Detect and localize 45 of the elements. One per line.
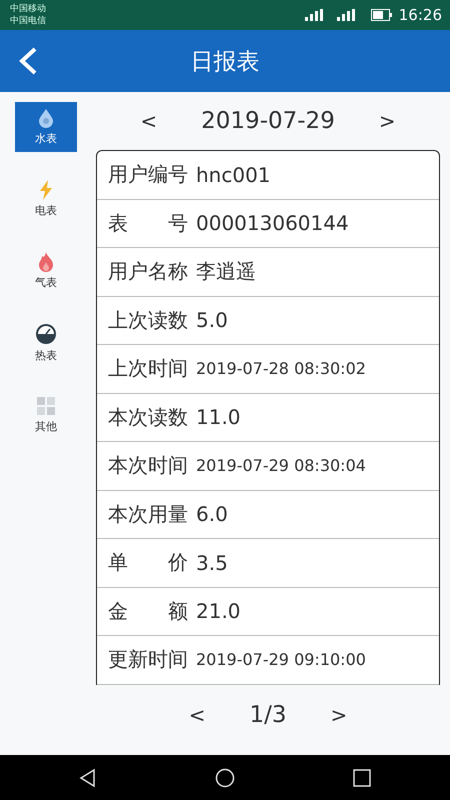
current-date: 2019-07-29 [201, 108, 335, 134]
page-indicator: 1/3 [249, 702, 286, 728]
meter-type-tab[interactable]: 其他 [15, 390, 77, 440]
field-label: 更新时间 [108, 646, 188, 674]
field-value: 6.0 [196, 502, 228, 526]
meter-type-tab[interactable]: 水表 [15, 102, 77, 152]
field-value: 李逍遥 [196, 258, 256, 286]
next-date-button[interactable]: > [374, 109, 400, 133]
page-title: 日报表 [190, 48, 260, 76]
meter-type-tab[interactable]: 气表 [15, 246, 77, 296]
field-label: 上次读数 [108, 306, 188, 334]
clock-time: 16:26 [398, 6, 442, 24]
field-value: hnc001 [196, 162, 271, 187]
field-label: 本次时间 [108, 452, 188, 480]
field-value: 3.5 [196, 550, 228, 575]
field-label: 本次读数 [108, 404, 188, 431]
field-value: 000013060144 [196, 211, 349, 236]
field-label: 本次用量 [108, 500, 188, 528]
field-label: 单 价 [108, 549, 188, 576]
water-drop-icon [38, 108, 54, 128]
field-value: 5.0 [196, 308, 228, 332]
field-value: 21.0 [196, 599, 241, 624]
meter-type-tab[interactable]: 电表 [15, 174, 77, 224]
grid-icon [36, 396, 56, 416]
field-label: 用户编号 [108, 161, 188, 188]
carrier-name: 中国电信 [10, 15, 46, 27]
field-label: 上次时间 [108, 355, 188, 382]
next-page-button[interactable]: > [326, 702, 352, 726]
home-nav-icon[interactable] [214, 768, 235, 788]
field-value: 11.0 [196, 405, 241, 430]
field-value: 2019-07-29 08:30:04 [196, 456, 366, 476]
field-value: 2019-07-29 09:10:00 [196, 650, 366, 670]
previous-date-button[interactable]: < [136, 109, 162, 133]
previous-page-button[interactable]: < [184, 702, 210, 726]
field-label: 表 号 [108, 210, 188, 237]
meter-type-tab[interactable]: 热表 [15, 318, 77, 368]
carrier-name: 中国移动 [10, 3, 46, 15]
field-value: 2019-07-28 08:30:02 [196, 359, 366, 378]
recents-nav-icon[interactable] [352, 768, 372, 788]
battery-icon [370, 9, 393, 21]
field-label: 用户名称 [108, 258, 188, 286]
lightning-icon [39, 180, 53, 200]
flame-icon [37, 252, 55, 272]
gauge-icon [35, 323, 57, 345]
field-label: 金 额 [108, 598, 188, 625]
